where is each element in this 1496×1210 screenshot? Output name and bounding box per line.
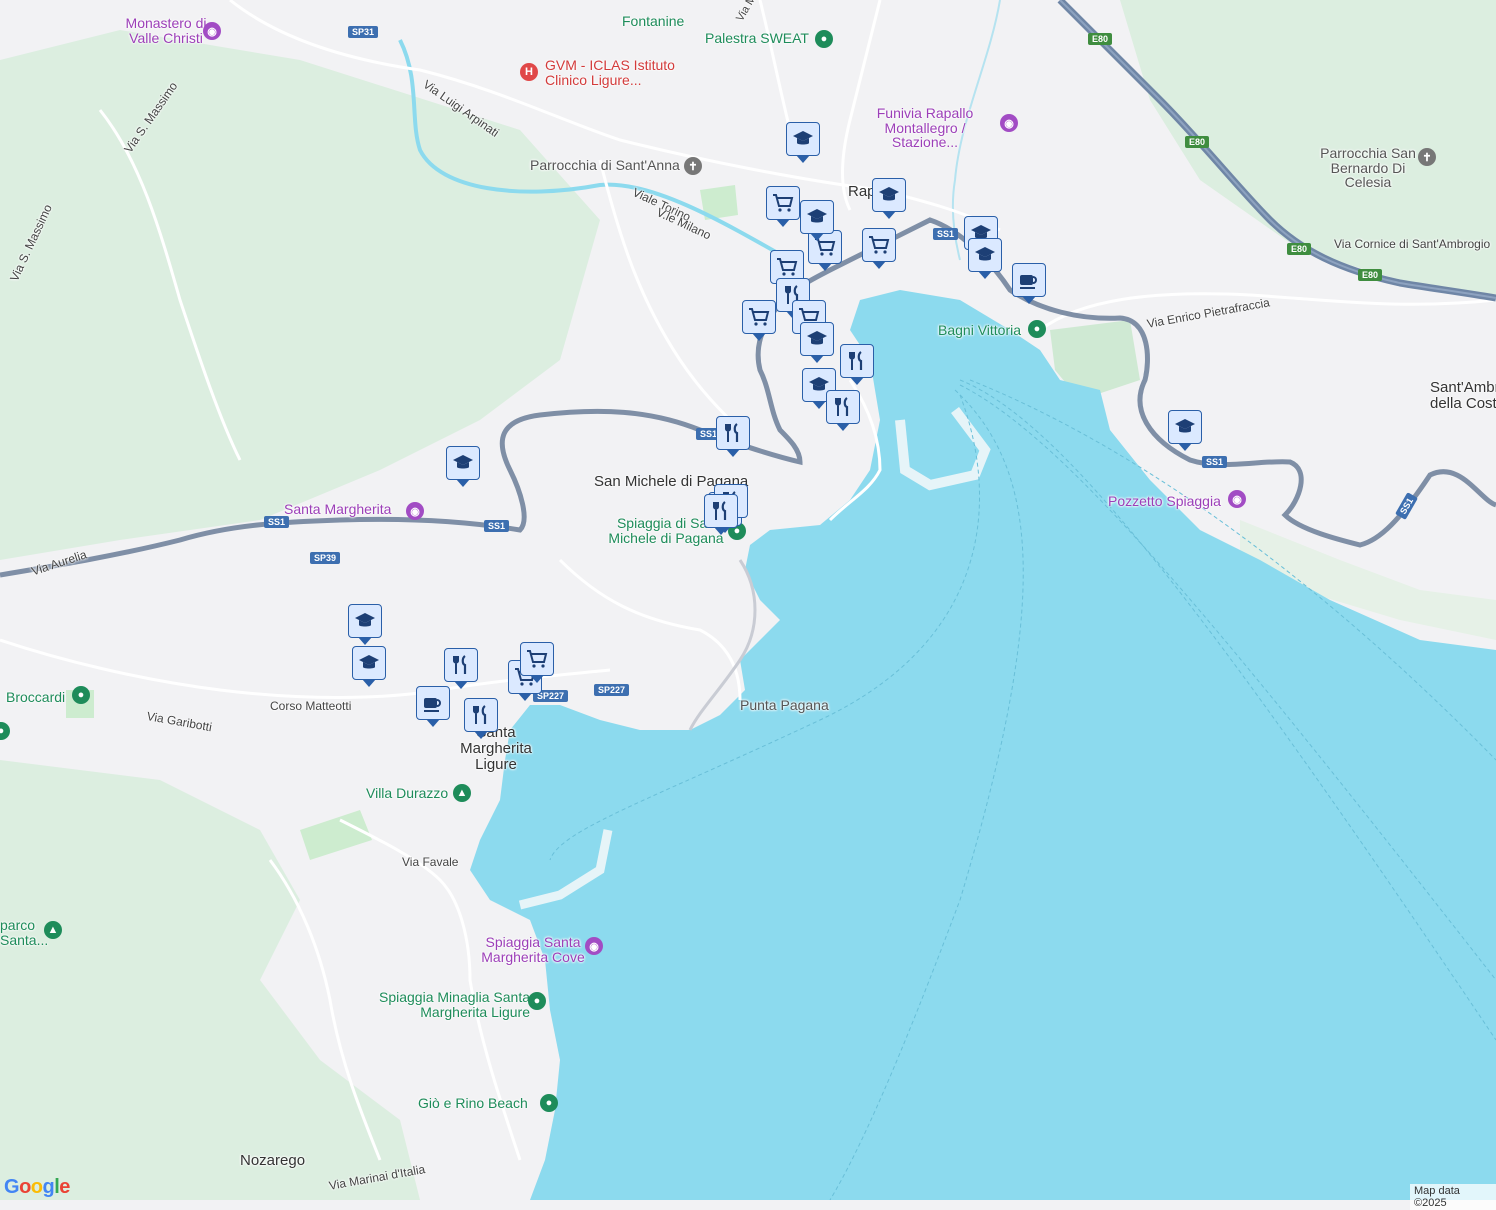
school-marker[interactable] [872,178,906,219]
church-icon[interactable]: ✝ [684,157,702,175]
poi-fontanine[interactable]: Fontanine [622,14,684,29]
shield-ss1-2: SS1 [264,516,290,528]
place-nozarego: Nozarego [240,1152,306,1169]
school-icon [807,209,827,223]
restaurant-icon [725,423,739,442]
poi-punta-pagana[interactable]: Punta Pagana [740,698,829,713]
restaurant-icon [849,351,863,370]
shop-marker[interactable] [520,642,554,683]
shield-ss1-4: SS1 [933,228,959,240]
shop-icon [749,308,770,326]
school-icon [355,613,375,627]
shop-marker[interactable] [766,186,800,227]
poi-broccardi[interactable]: Broccardi [6,690,65,705]
school-marker[interactable] [800,322,834,363]
school-icon [879,187,899,201]
poi-bagni-vittoria[interactable]: Bagni Vittoria [938,323,1021,338]
restaurant-marker[interactable] [826,390,860,431]
church-icon[interactable]: ✝ [1418,148,1436,166]
road-label-via-cornice: Via Cornice di Sant'Ambrogio [1334,237,1491,251]
cafe-marker[interactable] [416,686,450,727]
beach-icon[interactable]: ● [528,992,546,1010]
shield-ss1-5: SS1 [1202,456,1228,468]
school-marker[interactable] [800,200,834,241]
poi-pozzetto[interactable]: Pozzetto Spiaggia [1108,494,1221,509]
camera-icon[interactable]: ◉ [406,502,424,520]
poi-gvm[interactable]: GVM - ICLAS Istituto Clinico Ligure... [545,58,695,88]
restaurant-icon [713,501,727,520]
place-sant-ambrogio: Sant'Ambrogio della Costa [1430,379,1496,412]
restaurant-marker[interactable] [444,648,478,689]
shield-e80-1: E80 [1088,33,1113,45]
school-marker[interactable] [352,646,386,687]
poi-parrocchia-bernardo[interactable]: Parrocchia San Bernardo Di Celesia [1318,146,1418,190]
poi-santa-margherita[interactable]: Santa Margherita [284,502,391,517]
restaurant-icon [473,705,487,724]
poi-monastero[interactable]: Monastero di Valle Christi [116,16,216,46]
poi-villa-durazzo[interactable]: Villa Durazzo [366,786,448,801]
tree-icon[interactable]: ▲ [44,921,62,939]
shield-sp227-2: SP227 [594,684,630,696]
shop-marker[interactable] [862,228,896,269]
school-icon [1175,419,1195,433]
poi-spiaggia-minaglia[interactable]: Spiaggia Minaglia Santa Margherita Ligur… [370,990,530,1020]
camera-icon[interactable]: ◉ [585,937,603,955]
poi-funivia[interactable]: Funivia Rapallo Montallegro / Stazione..… [850,106,1000,150]
poi-palestra[interactable]: Palestra SWEAT [705,31,809,46]
road-label-via-favale: Via Favale [402,855,459,869]
school-icon [807,331,827,345]
gym-icon[interactable]: ● [815,30,833,48]
park-icon[interactable]: ● [72,686,90,704]
camera-icon[interactable]: ◉ [203,22,221,40]
restaurant-marker[interactable] [704,494,738,535]
school-marker[interactable] [786,122,820,163]
map-canvas[interactable] [0,0,1496,1200]
tree-icon[interactable]: ▲ [453,784,471,802]
hospital-icon[interactable]: H [520,63,538,81]
cafe-marker[interactable] [1012,263,1046,304]
map-attribution[interactable]: Map data ©2025 [1410,1184,1496,1210]
poi-parco-santa[interactable]: parco Santa... [0,918,48,948]
shield-sp39: SP39 [310,552,341,564]
school-marker[interactable] [446,446,480,487]
shield-e80-2: E80 [1185,136,1210,148]
place-santa-margherita-ligure: Santa Margherita Ligure [460,724,532,773]
google-logo: Google [4,1176,70,1198]
school-marker[interactable] [968,238,1002,279]
school-icon [975,247,995,261]
shield-e80-3: E80 [1287,243,1312,255]
poi-gio-rino[interactable]: Giò e Rino Beach [418,1096,528,1111]
cafe-icon [1020,275,1037,289]
place-san-michele: San Michele di Pagana [594,473,749,490]
shop-icon [869,236,890,254]
beach-icon[interactable]: ● [540,1094,558,1112]
shop-icon [777,258,798,276]
shield-e80-4: E80 [1358,269,1383,281]
school-icon [359,655,379,669]
poi-spiaggia-cove[interactable]: Spiaggia Santa Margherita Cove [478,935,588,965]
restaurant-marker[interactable] [716,416,750,457]
restaurant-icon [835,397,849,416]
school-icon [453,455,473,469]
poi-parrocchia-anna[interactable]: Parrocchia di Sant'Anna [530,158,680,173]
camera-icon[interactable]: ◉ [1228,490,1246,508]
school-marker[interactable] [1168,410,1202,451]
beach-icon[interactable]: ● [1028,320,1046,338]
shield-ss1-3: SS1 [484,520,510,532]
cafe-icon [424,698,441,712]
camera-icon[interactable]: ◉ [1000,114,1018,132]
shop-marker[interactable] [742,300,776,341]
restaurant-marker[interactable] [464,698,498,739]
shop-icon [527,650,548,668]
school-marker[interactable] [348,604,382,645]
road-label-corso-matteotti: Corso Matteotti [270,699,352,713]
shield-sp31: SP31 [348,26,379,38]
restaurant-marker[interactable] [840,344,874,385]
school-icon [793,131,813,145]
shop-icon [773,194,794,212]
restaurant-icon [453,655,467,674]
